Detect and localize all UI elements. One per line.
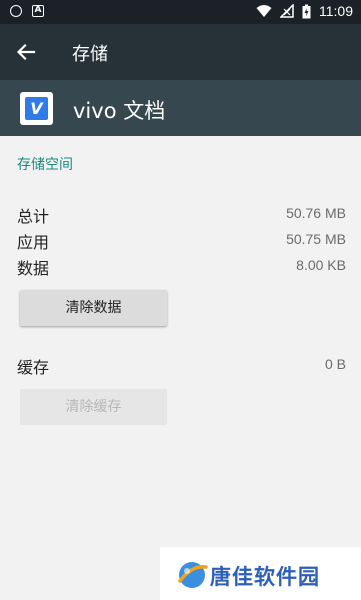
status-bar: A 11:09 (0, 0, 361, 24)
row-value: 50.76 MB (286, 205, 346, 221)
shield-icon (10, 5, 22, 17)
cache-row: 缓存 0 B (17, 354, 346, 378)
watermark-text: 唐佳软件园 (210, 565, 320, 589)
app-bar: 存储 (0, 24, 361, 80)
status-time: 11:09 (319, 3, 353, 19)
cache-label: 缓存 (17, 358, 50, 377)
watermark-logo-icon (178, 562, 208, 588)
status-right: 11:09 (256, 3, 353, 19)
app-name: vivo 文档 (73, 99, 166, 123)
app-icon-letter: V (25, 97, 48, 120)
app-header: V vivo 文档 (0, 80, 361, 136)
back-button[interactable] (12, 38, 40, 66)
row-label: 数据 (17, 259, 50, 278)
cache-value: 0 B (324, 356, 346, 372)
storage-row-total: 总计 50.76 MB (17, 203, 346, 227)
wifi-icon (256, 5, 272, 17)
page-title: 存储 (72, 44, 108, 65)
watermark: 唐佳软件园 (160, 547, 361, 600)
row-value: 8.00 KB (296, 257, 346, 273)
storage-row-data: 数据 8.00 KB (17, 255, 346, 279)
row-label: 总计 (17, 207, 50, 226)
app-icon: V (20, 92, 53, 125)
battery-icon (302, 4, 311, 18)
signal-icon (280, 4, 294, 18)
storage-row-app: 应用 50.75 MB (17, 229, 346, 253)
row-value: 50.75 MB (286, 231, 346, 247)
status-left-icons: A (10, 5, 44, 17)
arrow-back-icon (16, 43, 36, 61)
row-label: 应用 (17, 233, 50, 252)
clear-data-button[interactable]: 清除数据 (20, 290, 167, 326)
a-icon: A (32, 5, 44, 17)
clear-cache-button[interactable]: 清除缓存 (20, 389, 167, 425)
storage-section-title: 存储空间 (17, 157, 73, 173)
